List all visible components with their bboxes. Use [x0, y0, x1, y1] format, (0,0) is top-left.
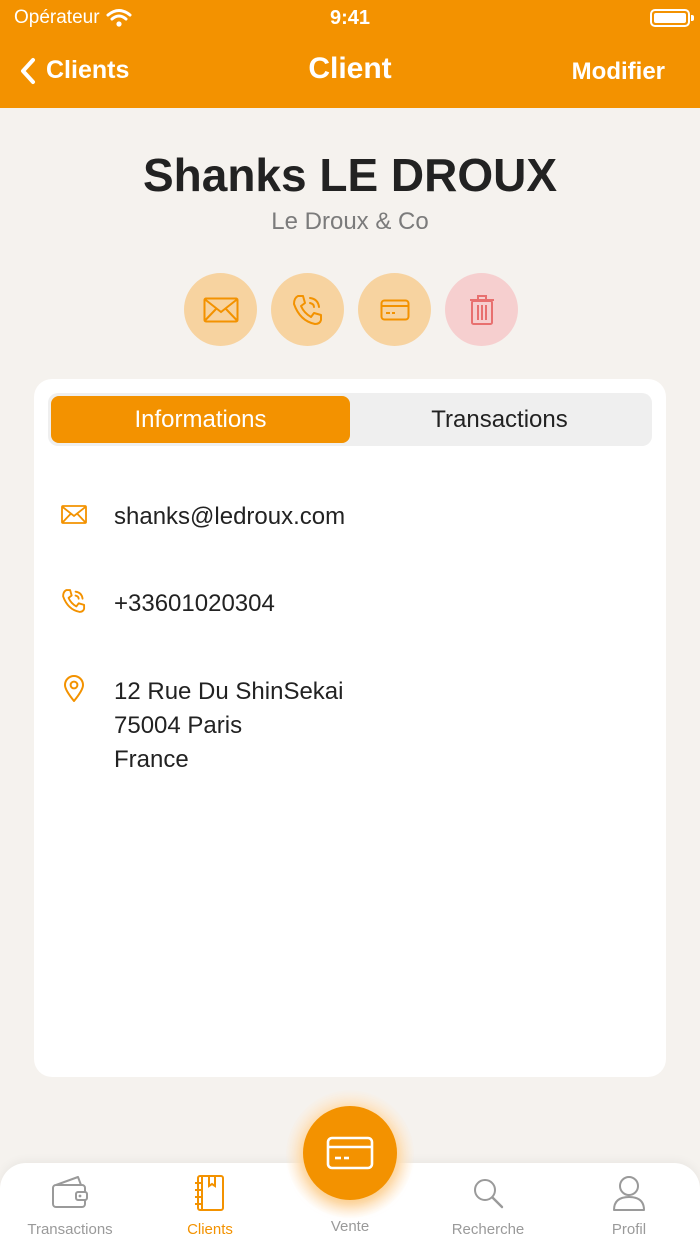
edit-button[interactable]: Modifier: [572, 58, 665, 86]
address-block: 12 Rue Du ShinSekai 75004 Paris France: [114, 675, 343, 777]
wallet-icon: [10, 1173, 130, 1213]
card-icon: [326, 1136, 374, 1170]
header: Opérateur 9:41 Clients Client Modifier: [0, 0, 700, 108]
email-value: shanks@ledroux.com: [114, 503, 346, 530]
phone-row[interactable]: +33601020304: [60, 587, 275, 621]
location-pin-icon: [60, 675, 88, 703]
call-action-button[interactable]: [271, 273, 344, 346]
chevron-left-icon: [21, 57, 35, 84]
user-icon: [569, 1173, 689, 1213]
search-icon: [428, 1173, 548, 1213]
new-sale-button[interactable]: [303, 1106, 397, 1200]
tab-transactions-label: Transactions: [27, 1221, 113, 1238]
tab-recherche-nav[interactable]: Recherche: [428, 1173, 548, 1238]
envelope-icon: [60, 500, 88, 528]
address-line-1: 12 Rue Du ShinSekai: [114, 678, 344, 705]
email-row[interactable]: shanks@ledroux.com: [60, 500, 345, 534]
client-company: Le Droux & Co: [271, 208, 429, 235]
client-name: Shanks LE DROUX: [142, 149, 558, 201]
email-action-button[interactable]: [184, 273, 257, 346]
card-icon: [380, 299, 409, 320]
tab-vente-nav[interactable]: Vente: [290, 1218, 410, 1235]
segmented-control: Informations Transactions: [48, 393, 652, 446]
envelope-icon: [203, 297, 238, 322]
status-time: 9:41: [329, 7, 371, 29]
status-bar: Opérateur 9:41: [0, 0, 700, 40]
phone-icon: [292, 294, 322, 325]
tab-profil-label: Profil: [611, 1221, 647, 1238]
address-book-icon: [150, 1173, 270, 1213]
address-row[interactable]: 12 Rue Du ShinSekai 75004 Paris France: [60, 675, 343, 777]
trash-icon: [469, 294, 494, 325]
tab-profil-nav[interactable]: Profil: [569, 1173, 689, 1238]
client-detail-card: Informations Transactions shanks@ledroux…: [34, 379, 666, 1077]
back-button[interactable]: Clients: [20, 56, 129, 85]
address-line-3: France: [114, 746, 189, 773]
tab-recherche-label: Recherche: [451, 1221, 525, 1238]
phone-icon: [60, 587, 88, 615]
back-label: Clients: [46, 56, 130, 84]
tab-clients-label: Clients: [187, 1221, 233, 1238]
tab-vente-label: Vente: [330, 1218, 370, 1235]
battery-icon: [650, 9, 694, 27]
tab-transactions[interactable]: Transactions: [350, 396, 649, 443]
delete-action-button[interactable]: [445, 273, 518, 346]
tab-clients-nav[interactable]: Clients: [150, 1173, 270, 1238]
tab-transactions-nav[interactable]: Transactions: [10, 1173, 130, 1238]
action-buttons: [184, 273, 518, 346]
address-line-2: 75004 Paris: [114, 712, 243, 739]
phone-value: +33601020304: [114, 590, 275, 617]
payment-action-button[interactable]: [358, 273, 431, 346]
nav-bar: Clients Client Modifier: [0, 46, 700, 100]
tab-informations[interactable]: Informations: [51, 396, 350, 443]
